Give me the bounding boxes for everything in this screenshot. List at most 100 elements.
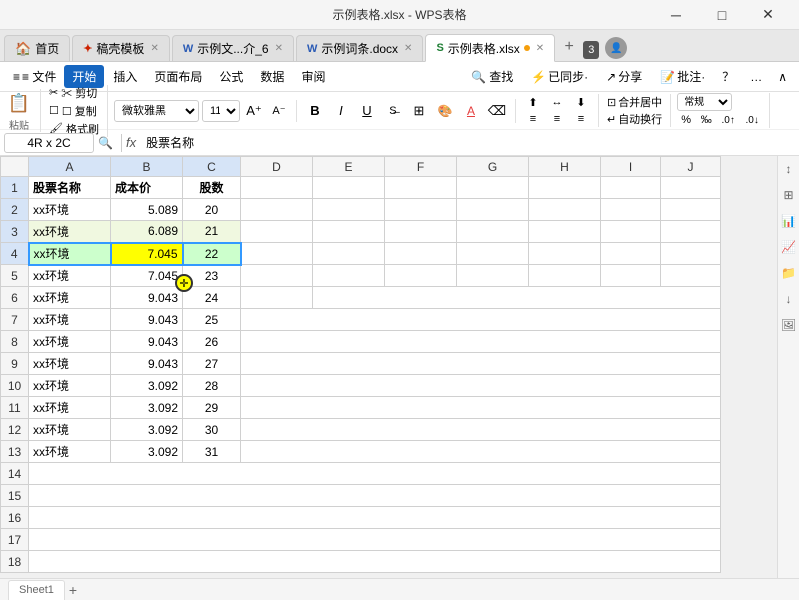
col-header-C[interactable]: C <box>183 157 241 177</box>
cell-D2[interactable] <box>241 199 313 221</box>
cell-C4[interactable]: 22 <box>183 243 241 265</box>
col-header-I[interactable]: I <box>601 157 661 177</box>
help-button[interactable]: ？ <box>716 65 740 88</box>
cell-A3[interactable]: xx环境 <box>29 221 111 243</box>
tab-home[interactable]: 🏠 首页 <box>4 35 70 61</box>
cell-D6[interactable] <box>241 287 313 309</box>
cell-B7[interactable]: 9.043 <box>111 309 183 331</box>
align-center-button[interactable]: ≡ <box>546 111 568 127</box>
cell-J5[interactable] <box>661 265 721 287</box>
col-header-J[interactable]: J <box>661 157 721 177</box>
paste-button[interactable]: 📋 <box>4 89 34 117</box>
cell-E4[interactable] <box>313 243 385 265</box>
cell-F4[interactable] <box>385 243 457 265</box>
percent-button[interactable]: % <box>677 112 695 128</box>
row-header-6[interactable]: 6 <box>1 287 29 309</box>
align-right-button[interactable]: ≡ <box>570 111 592 127</box>
cell-G1[interactable] <box>457 177 529 199</box>
user-avatar[interactable]: 👤 <box>605 37 627 59</box>
cell-ref-input[interactable] <box>4 133 94 153</box>
font-name-select[interactable]: 微软雅黑 <box>114 100 199 122</box>
menu-data[interactable]: 数据 <box>252 65 292 88</box>
cell-C5[interactable]: 23 <box>183 265 241 287</box>
formula-input[interactable] <box>142 133 795 153</box>
cell-F3[interactable] <box>385 221 457 243</box>
tab-word1-close[interactable]: ✕ <box>275 43 283 54</box>
cell-G4[interactable] <box>457 243 529 265</box>
minimize-button[interactable]: ─ <box>653 1 699 29</box>
strikethrough-button[interactable]: S̶ <box>381 99 405 123</box>
tab-wps-close[interactable]: ✕ <box>150 43 158 54</box>
tab-word2[interactable]: W 示例词条.docx ✕ <box>296 35 423 61</box>
row-header-4[interactable]: 4 <box>1 243 29 265</box>
col-header-E[interactable]: E <box>313 157 385 177</box>
cell-I3[interactable] <box>601 221 661 243</box>
row-header-10[interactable]: 10 <box>1 375 29 397</box>
tab-excel[interactable]: S 示例表格.xlsx ✕ <box>425 34 555 62</box>
fill-color-button[interactable]: 🎨 <box>433 99 457 123</box>
cell-A6[interactable]: xx环境 <box>29 287 111 309</box>
cell-H2[interactable] <box>529 199 601 221</box>
merge-button[interactable]: ⊡ 合并居中 <box>605 94 664 110</box>
sync-button[interactable]: ⚡ 已同步· <box>524 65 595 88</box>
sidebar-scroll-up[interactable]: ↕ <box>780 160 798 178</box>
cell-E1[interactable] <box>313 177 385 199</box>
add-sheet-button[interactable]: + <box>69 582 77 598</box>
cell-A12[interactable]: xx环境 <box>29 419 111 441</box>
cell-B10[interactable]: 3.092 <box>111 375 183 397</box>
cell-G3[interactable] <box>457 221 529 243</box>
close-button[interactable]: ✕ <box>745 1 791 29</box>
cell-G2[interactable] <box>457 199 529 221</box>
sidebar-image-icon[interactable]: 🖼 <box>780 316 798 334</box>
cell-A13[interactable]: xx环境 <box>29 441 111 463</box>
row-header-9[interactable]: 9 <box>1 353 29 375</box>
align-middle-button[interactable]: ↔ <box>546 94 568 110</box>
cell-I5[interactable] <box>601 265 661 287</box>
row-header-13[interactable]: 13 <box>1 441 29 463</box>
cell-C3[interactable]: 21 <box>183 221 241 243</box>
row-header-2[interactable]: 2 <box>1 199 29 221</box>
cell-H5[interactable] <box>529 265 601 287</box>
font-increase-button[interactable]: A⁺ <box>243 100 265 122</box>
tab-word1[interactable]: W 示例文...介_6 ✕ <box>172 35 294 61</box>
copy-button[interactable]: ☐ ☐ 复制 <box>47 103 101 119</box>
more-button[interactable]: … <box>744 67 768 87</box>
cell-E5[interactable] <box>313 265 385 287</box>
row-header-15[interactable]: 15 <box>1 485 29 507</box>
row-header-7[interactable]: 7 <box>1 309 29 331</box>
cell-J1[interactable] <box>661 177 721 199</box>
cell-I2[interactable] <box>601 199 661 221</box>
row-header-16[interactable]: 16 <box>1 507 29 529</box>
col-header-G[interactable]: G <box>457 157 529 177</box>
cell-C1[interactable]: 股数 <box>183 177 241 199</box>
autowrap-button[interactable]: ↵ 自动换行 <box>605 111 664 127</box>
num-format-select[interactable]: 常规 <box>677 93 732 111</box>
collapse-button[interactable]: ∧ <box>772 67 793 87</box>
cell-F1[interactable] <box>385 177 457 199</box>
cell-C8[interactable]: 26 <box>183 331 241 353</box>
thousand-button[interactable]: ‰ <box>697 112 715 128</box>
cell-H4[interactable] <box>529 243 601 265</box>
align-top-button[interactable]: ⬆ <box>522 94 544 110</box>
clear-button[interactable]: ⌫ <box>485 99 509 123</box>
italic-button[interactable]: I <box>329 99 353 123</box>
row-header-5[interactable]: 5 <box>1 265 29 287</box>
sidebar-folder-icon[interactable]: 📁 <box>780 264 798 282</box>
cell-B1[interactable]: 成本价 <box>111 177 183 199</box>
cell-J2[interactable] <box>661 199 721 221</box>
search-button[interactable]: 🔍 查找 <box>464 65 520 88</box>
col-header-A[interactable]: A <box>29 157 111 177</box>
menu-insert[interactable]: 插入 <box>105 65 145 88</box>
cell-A5[interactable]: xx环境 <box>29 265 111 287</box>
cell-C13[interactable]: 31 <box>183 441 241 463</box>
cell-F5[interactable] <box>385 265 457 287</box>
menu-layout[interactable]: 页面布局 <box>146 65 210 88</box>
sidebar-grid-icon[interactable]: ⊞ <box>780 186 798 204</box>
cell-H1[interactable] <box>529 177 601 199</box>
comment-button[interactable]: 📝 批注· <box>653 65 712 88</box>
cell-B12[interactable]: 3.092 <box>111 419 183 441</box>
cell-C11[interactable]: 29 <box>183 397 241 419</box>
col-header-D[interactable]: D <box>241 157 313 177</box>
cell-C6[interactable]: 24 <box>183 287 241 309</box>
cell-B5[interactable]: 7.045 <box>111 265 183 287</box>
